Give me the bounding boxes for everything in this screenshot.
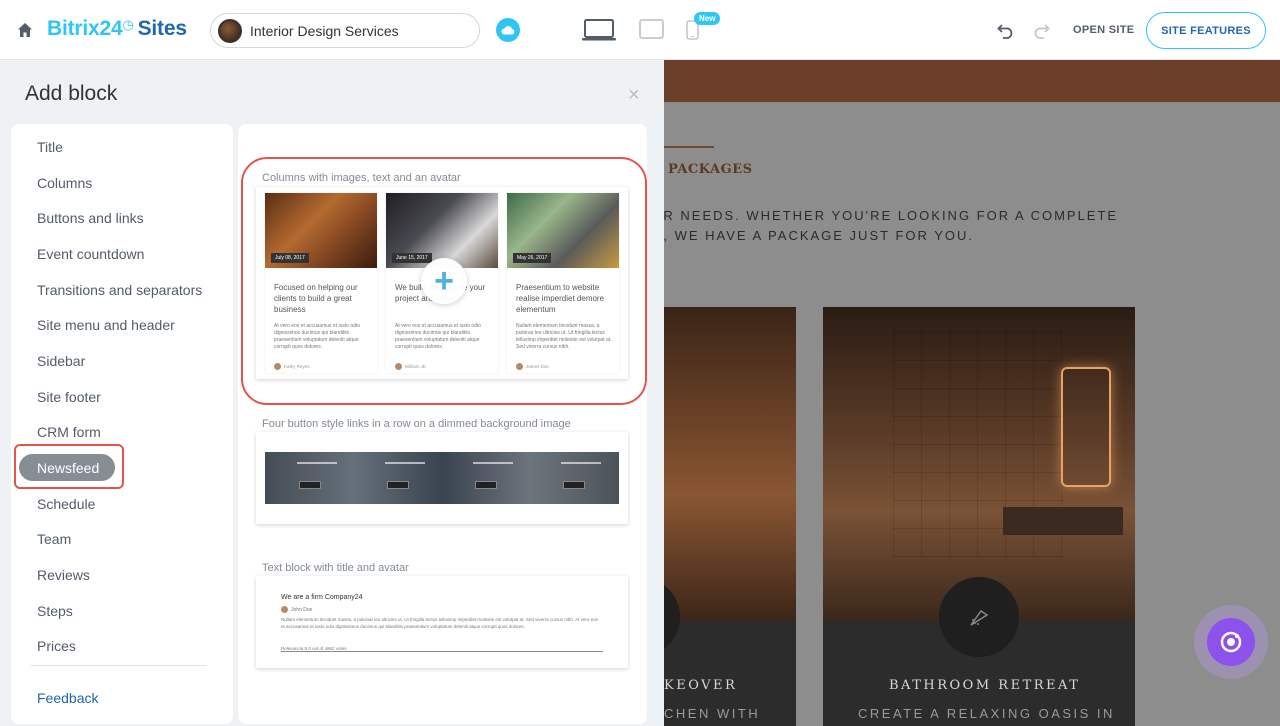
add-block-panel: Add block × Title Columns Buttons and li… bbox=[0, 60, 664, 726]
thumb-button-label bbox=[385, 462, 425, 464]
thumb-button bbox=[299, 481, 321, 489]
copilot-icon bbox=[1207, 618, 1255, 666]
avatar bbox=[281, 606, 288, 613]
new-badge: New bbox=[694, 12, 721, 25]
laptop-icon[interactable] bbox=[582, 19, 616, 41]
category-list: Title Columns Buttons and links Event co… bbox=[11, 124, 233, 724]
category-item[interactable]: Prices bbox=[37, 638, 76, 654]
thumb-author-name: John Doe bbox=[291, 606, 313, 613]
panel-title: Add block bbox=[25, 82, 118, 105]
thumb-author: John Doe bbox=[281, 606, 312, 613]
undo-icon[interactable] bbox=[997, 22, 1015, 40]
copilot-button[interactable] bbox=[1194, 605, 1268, 679]
category-item[interactable]: CRM form bbox=[37, 424, 101, 440]
block-list: Columns with images, text and an avatar … bbox=[238, 124, 647, 724]
cloud-icon[interactable] bbox=[496, 18, 520, 42]
redo-icon[interactable] bbox=[1032, 22, 1050, 40]
brand-sites: Sites bbox=[137, 17, 187, 40]
thumb-button bbox=[563, 481, 585, 489]
thumb-text-divider bbox=[281, 651, 603, 652]
block-label: Four button style links in a row on a di… bbox=[262, 418, 571, 430]
thumb-dimmed-image bbox=[265, 452, 619, 504]
kitchen-card-title: KEOVER bbox=[664, 678, 738, 693]
preview-header-band bbox=[664, 60, 1280, 102]
open-site-link[interactable]: OPEN SITE bbox=[1073, 24, 1134, 36]
bathroom-card-title: BATHROOM RETREAT bbox=[889, 678, 1081, 693]
mirror bbox=[1061, 367, 1111, 487]
preview-intro-text: UR NEEDS. WHETHER YOU'RE LOOKING FOR A C… bbox=[664, 208, 1119, 243]
site-avatar bbox=[218, 18, 242, 43]
category-item[interactable]: Site footer bbox=[37, 389, 101, 405]
thumb-button bbox=[475, 481, 497, 489]
site-features-button[interactable]: SITE FEATURES bbox=[1146, 12, 1266, 49]
clock-icon: ◷ bbox=[122, 17, 134, 32]
thumb-button-label bbox=[473, 462, 513, 464]
category-item[interactable]: Steps bbox=[37, 603, 73, 619]
site-name: Interior Design Services bbox=[250, 22, 399, 39]
bathroom-card-subtitle: CREATE A RELAXING OASIS IN bbox=[858, 706, 1115, 721]
brand-logo[interactable]: Bitrix24◷ Sites bbox=[47, 17, 187, 41]
category-item[interactable]: Event countdown bbox=[37, 246, 144, 262]
block-label: Text block with title and avatar bbox=[262, 562, 409, 574]
bathroom-card-image bbox=[823, 307, 1135, 621]
category-item-active[interactable]: Newsfeed bbox=[19, 454, 115, 481]
category-separator bbox=[31, 665, 207, 666]
thumb-text-title: We are a firm Company24 bbox=[281, 594, 363, 601]
thumb-button-label bbox=[297, 462, 337, 464]
block-thumb-dimmed-buttons[interactable] bbox=[256, 432, 628, 524]
category-item[interactable]: Title bbox=[37, 139, 63, 155]
tablet-icon[interactable] bbox=[639, 19, 664, 39]
thumb-button bbox=[387, 481, 409, 489]
category-item[interactable]: Transitions and separators bbox=[37, 282, 202, 298]
shower-icon bbox=[939, 577, 1019, 657]
category-item[interactable]: Team bbox=[37, 531, 71, 547]
close-icon[interactable]: × bbox=[628, 84, 640, 107]
selected-block-highlight bbox=[241, 157, 647, 405]
kitchen-card-subtitle: CHEN WITH bbox=[664, 706, 761, 721]
kitchen-card-image bbox=[664, 307, 796, 621]
thumb-button-label bbox=[561, 462, 601, 464]
thumb-text-body: Nullam elementum tincidunt massa, a pulv… bbox=[281, 617, 598, 629]
category-item[interactable]: Schedule bbox=[37, 496, 95, 512]
preview-section-heading: PACKAGES bbox=[668, 162, 753, 177]
category-item[interactable]: Columns bbox=[37, 175, 92, 191]
preview-divider bbox=[664, 146, 714, 148]
brand-main: Bitrix24 bbox=[47, 17, 123, 40]
category-item[interactable]: Site menu and header bbox=[37, 317, 175, 333]
category-item[interactable]: Reviews bbox=[37, 567, 90, 583]
top-bar: Bitrix24◷ Sites Interior Design Services … bbox=[0, 0, 1280, 60]
category-item[interactable]: Buttons and links bbox=[37, 210, 144, 226]
home-icon[interactable] bbox=[17, 22, 33, 38]
feedback-link[interactable]: Feedback bbox=[37, 690, 98, 706]
category-item[interactable]: Sidebar bbox=[37, 353, 85, 369]
block-thumb-text-avatar[interactable]: We are a firm Company24 John Doe Nullam … bbox=[256, 576, 628, 668]
site-preview: PACKAGES UR NEEDS. WHETHER YOU'RE LOOKIN… bbox=[664, 60, 1280, 726]
site-selector[interactable]: Interior Design Services bbox=[210, 13, 480, 48]
bathtub bbox=[1003, 507, 1123, 535]
